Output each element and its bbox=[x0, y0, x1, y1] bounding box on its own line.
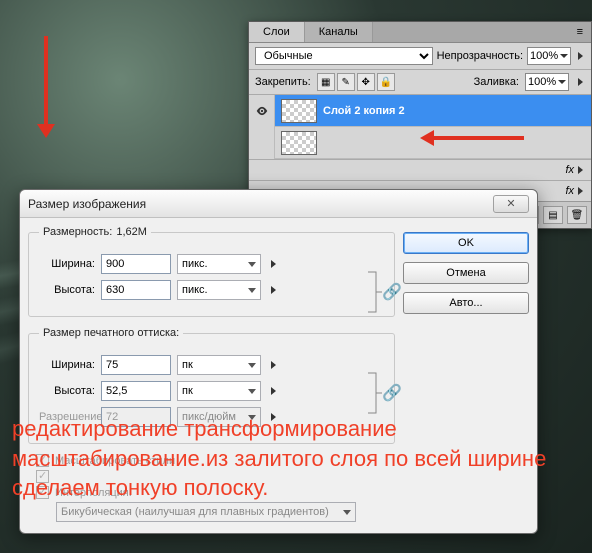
fill-value[interactable]: 100% bbox=[525, 73, 569, 91]
lock-all-icon[interactable]: 🔒 bbox=[377, 73, 395, 91]
layer-name[interactable]: Слой 2 копия 2 bbox=[323, 105, 405, 117]
interpolation-select: Бикубическая (наилучшая для плавных град… bbox=[56, 502, 356, 522]
annotation-arrow-down bbox=[44, 36, 55, 138]
constrain-link-icon[interactable]: 🔗 bbox=[382, 383, 402, 403]
dialog-title: Размер изображения bbox=[28, 197, 146, 211]
filesize: 1,62M bbox=[116, 226, 147, 238]
dialog-titlebar[interactable]: Размер изображения ✕ bbox=[20, 190, 537, 218]
fx-label: fx bbox=[565, 185, 574, 197]
constrain-link-icon[interactable]: 🔗 bbox=[382, 282, 402, 302]
chevron-right-icon bbox=[578, 187, 583, 195]
doc-width-label: Ширина: bbox=[39, 359, 95, 371]
doc-height-input[interactable] bbox=[101, 381, 171, 401]
chevron-right-icon[interactable] bbox=[267, 286, 279, 294]
chevron-right-icon[interactable] bbox=[267, 387, 279, 395]
tab-channels[interactable]: Каналы bbox=[305, 22, 373, 42]
height-label: Высота: bbox=[39, 284, 95, 296]
pixel-width-unit[interactable]: пикс. bbox=[177, 254, 261, 274]
visibility-toggle-icon[interactable] bbox=[249, 127, 275, 159]
lock-label: Закрепить: bbox=[255, 76, 311, 88]
layer-thumbnail[interactable] bbox=[281, 99, 317, 123]
visibility-toggle-icon[interactable] bbox=[249, 95, 275, 127]
cancel-button[interactable]: Отмена bbox=[403, 262, 529, 284]
doc-width-unit[interactable]: пк bbox=[177, 355, 261, 375]
panel-menu-icon[interactable]: ≡ bbox=[569, 22, 591, 42]
blend-mode-select[interactable]: Обычные bbox=[255, 47, 433, 65]
chevron-right-icon[interactable] bbox=[267, 260, 279, 268]
pixel-width-input[interactable] bbox=[101, 254, 171, 274]
close-button[interactable]: ✕ bbox=[493, 195, 529, 213]
group2-legend: Размер печатного оттиска: bbox=[39, 327, 183, 339]
opacity-flyout-icon[interactable] bbox=[575, 47, 585, 65]
pixel-height-unit[interactable]: пикс. bbox=[177, 280, 261, 300]
chevron-right-icon[interactable] bbox=[267, 361, 279, 369]
pixel-dimensions-group: Размерность:1,62M Ширина: пикс. Высота: … bbox=[28, 226, 395, 317]
pixel-height-input[interactable] bbox=[101, 280, 171, 300]
annotation-arrow-left bbox=[420, 130, 524, 146]
delete-layer-icon[interactable]: 🗑 bbox=[567, 206, 587, 224]
opacity-value[interactable]: 100% bbox=[527, 47, 571, 65]
doc-height-label: Высота: bbox=[39, 385, 95, 397]
group1-legend: Размерность: bbox=[43, 226, 112, 238]
new-layer-icon[interactable]: ▤ bbox=[543, 206, 563, 224]
width-label: Ширина: bbox=[39, 258, 95, 270]
doc-width-input[interactable] bbox=[101, 355, 171, 375]
layer-row-selected[interactable]: Слой 2 копия 2 bbox=[249, 95, 591, 127]
fill-label: Заливка: bbox=[474, 76, 519, 88]
ok-button[interactable]: OK bbox=[403, 232, 529, 254]
fill-flyout-icon[interactable] bbox=[575, 73, 585, 91]
auto-button[interactable]: Авто... bbox=[403, 292, 529, 314]
layer-effects-row[interactable]: fx bbox=[249, 159, 591, 180]
tab-layers[interactable]: Слои bbox=[249, 22, 305, 42]
lock-transparency-icon[interactable]: ▦ bbox=[317, 73, 335, 91]
fx-label: fx bbox=[565, 164, 574, 176]
annotation-text: редактирование трансформирование масштаб… bbox=[12, 414, 586, 503]
chevron-right-icon bbox=[578, 166, 583, 174]
lock-position-icon[interactable]: ✥ bbox=[357, 73, 375, 91]
layer-thumbnail[interactable] bbox=[281, 131, 317, 155]
opacity-label: Непрозрачность: bbox=[437, 50, 523, 62]
doc-height-unit[interactable]: пк bbox=[177, 381, 261, 401]
layer-list: Слой 2 копия 2 fx fx bbox=[249, 95, 591, 201]
panel-tabs: Слои Каналы ≡ bbox=[249, 22, 591, 43]
lock-pixels-icon[interactable]: ✎ bbox=[337, 73, 355, 91]
